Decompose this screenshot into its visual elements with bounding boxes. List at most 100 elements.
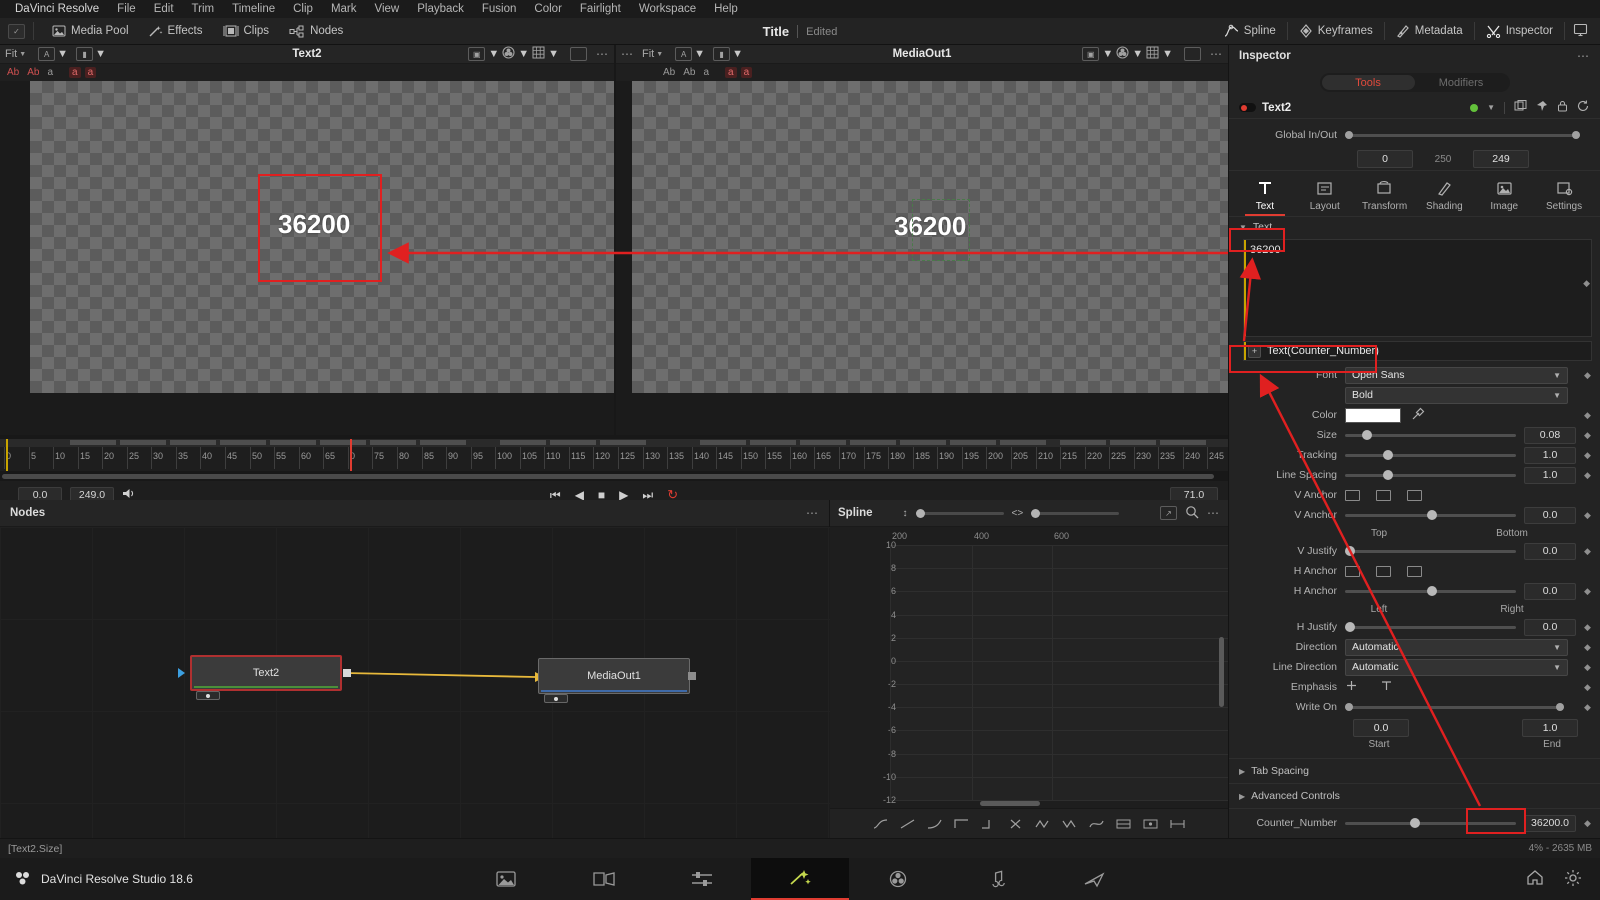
toolbar-clips-button[interactable]: Clips [213,25,280,37]
styled-text-input[interactable]: 36200 [1243,239,1592,337]
h-justify-slider[interactable] [1345,622,1516,632]
size-value[interactable]: 0.08 [1524,426,1576,444]
global-inout-range-slider[interactable] [1345,131,1580,139]
size-slider[interactable] [1345,430,1516,440]
horizontal-zoom-icon[interactable]: <> [1012,508,1024,519]
menu-item-color[interactable]: Color [525,0,570,18]
relative-mode-icon[interactable] [1083,813,1110,835]
menu-item-timeline[interactable]: Timeline [223,0,284,18]
toolbar-nodes-button[interactable]: Nodes [279,25,353,38]
left-viewer-a-button[interactable]: a [45,67,55,78]
toolbar-effects-button[interactable]: Effects [139,25,213,38]
node-mediaout1-output-port[interactable] [688,672,696,680]
linear-curve-icon[interactable] [894,813,921,835]
write-on-slider[interactable] [1345,703,1564,711]
strikethrough-icon[interactable] [1345,679,1358,695]
line-spacing-keyframe-icon[interactable]: ◆ [1583,470,1592,481]
v-anchor-middle-icon[interactable] [1376,489,1391,501]
spline-horizontal-scrollbar[interactable] [980,801,1040,806]
toolbar-media-pool-button[interactable]: Media Pool [42,25,139,37]
font-family-select[interactable]: Open Sans ▼ [1345,366,1568,384]
menu-item-fairlight[interactable]: Fairlight [571,0,630,18]
menu-item-mark[interactable]: Mark [322,0,366,18]
show-keys-icon[interactable] [1137,813,1164,835]
copy-node-icon[interactable] [1514,100,1527,115]
node-mediaout1[interactable]: MediaOut1 [538,658,690,694]
left-viewer-a-red-button-2[interactable]: a [84,67,97,78]
playhead-start[interactable] [6,439,8,471]
emphasis-keyframe-icon[interactable]: ◆ [1583,682,1592,693]
node-text2-output-port[interactable] [343,669,351,677]
step-in-icon[interactable] [948,813,975,835]
spline-vertical-scrollbar[interactable] [1219,637,1224,707]
font-keyframe-icon[interactable]: ◆ [1583,370,1592,381]
prop-tab-transform[interactable]: Transform [1361,178,1409,216]
tab-tools[interactable]: Tools [1321,75,1415,90]
node-text2-input-port[interactable] [178,668,185,678]
node-enable-toggle[interactable] [1239,103,1256,112]
write-on-keyframe-icon[interactable]: ◆ [1583,702,1592,713]
toolbar-inspector-button[interactable]: Inspector [1477,24,1562,38]
prop-tab-shading[interactable]: Shading [1420,178,1468,216]
pin-node-icon[interactable] [1536,100,1548,115]
menu-item-davinci-resolve[interactable]: DaVinci Resolve [6,0,108,18]
timeline-scrollbar[interactable] [0,471,1228,481]
size-keyframe-icon[interactable]: ◆ [1583,430,1592,441]
page-fusion[interactable] [751,858,849,900]
node-mediaout1-knob[interactable] [544,694,568,703]
reset-node-icon[interactable] [1577,100,1590,115]
counter-number-keyframe-icon[interactable]: ◆ [1583,818,1592,829]
right-viewer-a-button[interactable]: a [701,67,711,78]
smooth-curve-icon[interactable] [867,813,894,835]
toolbar-keyframes-button[interactable]: Keyframes [1290,24,1382,38]
v-justify-keyframe-icon[interactable]: ◆ [1583,546,1592,557]
text-color-swatch[interactable] [1345,407,1401,423]
tab-modifiers[interactable]: Modifiers [1415,75,1508,90]
prop-tab-text[interactable]: Text [1241,178,1289,216]
expand-modifier-button[interactable]: + [1248,344,1261,358]
tracking-slider[interactable] [1345,450,1516,460]
left-viewer-a-red-button-1[interactable]: a [69,67,81,78]
spline-graph[interactable]: 10 8 6 4 2 0 -2 -4 -6 -8 -10 -12 200 400 600 [830,527,1228,838]
h-anchor-keyframe-icon[interactable]: ◆ [1583,586,1592,597]
flatten-icon[interactable] [1110,813,1137,835]
menu-item-edit[interactable]: Edit [145,0,183,18]
page-media[interactable] [457,858,555,900]
page-fairlight[interactable] [947,858,1045,900]
menu-item-view[interactable]: View [366,0,409,18]
vertical-zoom-slider[interactable] [915,508,1004,518]
nodes-panel-options-icon[interactable]: ⋯ [806,506,819,520]
h-anchor-right-icon[interactable] [1407,565,1422,577]
line-direction-keyframe-icon[interactable]: ◆ [1583,662,1592,673]
step-out-icon[interactable] [975,813,1002,835]
v-justify-value[interactable]: 0.0 [1524,542,1576,560]
direction-select[interactable]: Automatic ▼ [1345,638,1568,656]
checkbox-icon[interactable]: ✓ [8,23,25,39]
toolbar-metadata-button[interactable]: Metadata [1387,24,1472,38]
left-viewer-canvas[interactable]: 36200 [0,81,614,435]
line-direction-select[interactable]: Automatic ▼ [1345,658,1568,676]
page-deliver[interactable] [1045,858,1143,900]
v-justify-slider[interactable] [1345,546,1516,556]
page-color[interactable] [849,858,947,900]
menu-item-playback[interactable]: Playback [408,0,473,18]
eyedropper-icon[interactable] [1411,407,1425,424]
write-on-end-field[interactable]: 1.0 [1522,719,1578,737]
advanced-controls-section[interactable]: ▶ Advanced Controls [1229,784,1600,808]
menu-item-help[interactable]: Help [705,0,747,18]
h-justify-keyframe-icon[interactable]: ◆ [1583,622,1592,633]
playhead-current[interactable] [350,439,352,471]
page-cut[interactable] [555,858,653,900]
tracking-value[interactable]: 1.0 [1524,446,1576,464]
page-edit[interactable] [653,858,751,900]
font-style-select[interactable]: Bold ▼ [1345,386,1568,404]
node-graph-canvas[interactable]: Text2 MediaOut1 [0,527,830,838]
line-spacing-value[interactable]: 1.0 [1524,466,1576,484]
right-viewer-canvas[interactable]: 36200 [616,81,1228,435]
h-justify-value[interactable]: 0.0 [1524,618,1576,636]
prop-tab-image[interactable]: Image [1480,178,1528,216]
underline-icon[interactable] [1380,679,1393,695]
toolbar-spline-button[interactable]: Spline [1215,24,1285,38]
lock-node-icon[interactable] [1557,100,1568,115]
global-out-field[interactable]: 249 [1473,150,1529,168]
